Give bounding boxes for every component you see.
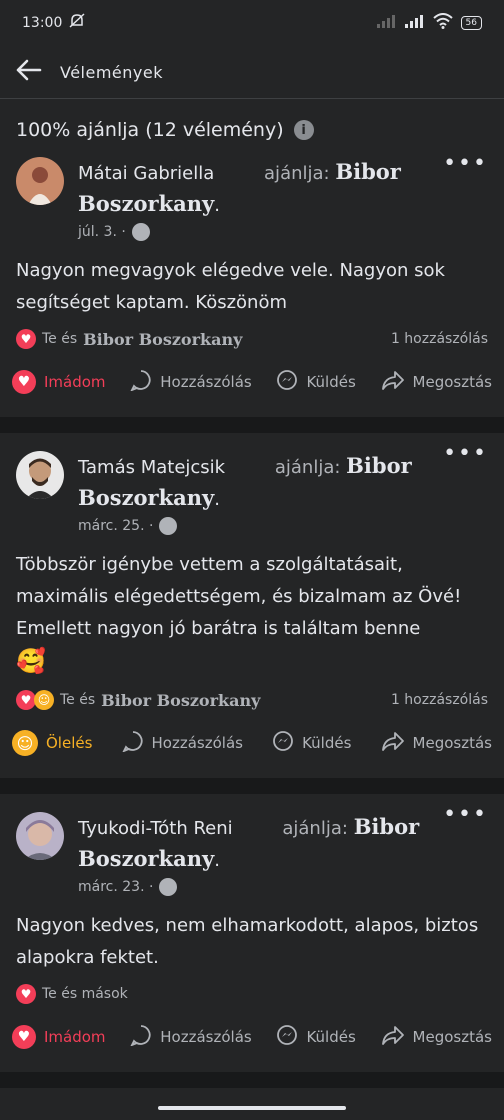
- share-label: Megosztás: [412, 1028, 492, 1046]
- post-date[interactable]: márc. 23. ·: [78, 879, 153, 895]
- send-button[interactable]: Küldés: [276, 369, 356, 395]
- reviewer-name[interactable]: Tamás Matejcsik: [78, 457, 225, 478]
- post-date[interactable]: márc. 25. ·: [78, 518, 153, 534]
- care-label: Ölelés: [46, 734, 93, 752]
- hug-emoji: 🥰: [16, 647, 46, 675]
- comment-count[interactable]: 1 hozzászólás: [391, 692, 488, 708]
- review-text: Nagyon megvagyok elégedve vele. Nagyon s…: [16, 260, 445, 313]
- review-post: ••• Mátai Gabriella ajánlja: Bibor Boszo…: [0, 151, 504, 417]
- post-separator: [0, 778, 504, 794]
- send-label: Küldés: [306, 1028, 356, 1046]
- info-icon[interactable]: i: [293, 120, 314, 140]
- reactions-page: Bibor Boszorkany: [83, 329, 243, 349]
- share-label: Megosztás: [412, 373, 492, 391]
- reviews-summary: 100% ajánlja (12 vélemény) i: [0, 99, 504, 151]
- avatar[interactable]: [16, 157, 64, 205]
- post-separator: [0, 1072, 504, 1088]
- send-button[interactable]: Küldés: [272, 730, 351, 756]
- share-button[interactable]: Megosztás: [381, 1024, 492, 1050]
- share-icon: [381, 730, 405, 756]
- share-label: Megosztás: [412, 734, 492, 752]
- reactions-summary[interactable]: ♥ ☺ Te és Bibor Boszorkany: [16, 690, 260, 710]
- comment-icon: [130, 369, 152, 395]
- care-button[interactable]: ☺ Ölelés: [12, 730, 92, 756]
- avatar[interactable]: [16, 451, 64, 499]
- status-bar: 13:00 56: [0, 0, 504, 46]
- comment-icon: [121, 730, 144, 756]
- heart-icon: ♥: [12, 1025, 36, 1049]
- comment-label: Hozzászólás: [151, 734, 243, 752]
- share-icon: [381, 1024, 405, 1050]
- send-button[interactable]: Küldés: [276, 1024, 356, 1050]
- summary-text: 100% ajánlja (12 vélemény): [16, 119, 284, 141]
- reactions-prefix: Te és: [60, 692, 96, 708]
- reviewer-name[interactable]: Mátai Gabriella: [78, 163, 214, 184]
- comment-label: Hozzászólás: [160, 1028, 252, 1046]
- more-options-icon[interactable]: •••: [443, 153, 488, 175]
- messenger-icon: [276, 369, 298, 395]
- love-label: Imádom: [44, 373, 106, 391]
- comment-count[interactable]: 1 hozzászólás: [391, 331, 488, 347]
- recommends-label: ajánlja:: [282, 818, 348, 839]
- more-options-icon[interactable]: •••: [443, 443, 488, 465]
- recommends-label: ajánlja:: [274, 457, 341, 478]
- love-button[interactable]: ♥ Imádom: [12, 1025, 106, 1049]
- page-title: Vélemények: [60, 62, 163, 82]
- home-indicator[interactable]: [158, 1106, 346, 1110]
- heart-reaction-icon: ♥: [16, 329, 36, 349]
- care-reaction-icon: ☺: [34, 690, 54, 710]
- review-post: ••• Tamás Matejcsik ajánlja: Bibor Boszo…: [0, 433, 504, 778]
- post-separator: [0, 417, 504, 433]
- comment-button[interactable]: Hozzászólás: [130, 369, 252, 395]
- care-icon: ☺: [12, 730, 38, 756]
- review-text: Többször igénybe vettem a szolgáltatásai…: [0, 535, 504, 684]
- heart-reaction-icon: ♥: [16, 984, 36, 1004]
- review-text-body: Többször igénybe vettem a szolgáltatásai…: [16, 554, 462, 639]
- messenger-icon: [276, 1024, 298, 1050]
- reactions-page: Bibor Boszorkany: [101, 690, 261, 710]
- reactions-summary[interactable]: ♥ Te és Bibor Boszorkany: [16, 329, 242, 349]
- mute-icon: [68, 13, 86, 33]
- globe-icon: [131, 223, 150, 241]
- globe-icon: [159, 517, 178, 535]
- reviewer-name[interactable]: Tyukodi-Tóth Reni: [78, 818, 233, 839]
- reactions-prefix: Te és: [42, 331, 78, 347]
- review-text: Nagyon kedves, nem elhamarkodott, alapos…: [16, 915, 479, 968]
- back-arrow-icon[interactable]: [14, 58, 42, 86]
- share-icon: [381, 369, 405, 395]
- comment-button[interactable]: Hozzászólás: [121, 730, 243, 756]
- heart-icon: ♥: [12, 370, 36, 394]
- messenger-icon: [272, 730, 294, 756]
- signal-icon: [404, 14, 425, 32]
- comment-button[interactable]: Hozzászólás: [130, 1024, 252, 1050]
- wifi-icon: [432, 13, 453, 33]
- love-label: Imádom: [44, 1028, 106, 1046]
- send-label: Küldés: [302, 734, 352, 752]
- app-header: Vélemények: [0, 46, 504, 99]
- recommends-label: ajánlja:: [264, 163, 330, 184]
- heart-reaction-icon: ♥: [16, 690, 36, 710]
- post-date[interactable]: júl. 3. ·: [78, 224, 126, 240]
- love-button[interactable]: ♥ Imádom: [12, 370, 106, 394]
- status-time: 13:00: [22, 15, 63, 31]
- reactions-summary[interactable]: ♥ Te és mások: [16, 984, 128, 1004]
- globe-icon: [159, 878, 178, 896]
- send-label: Küldés: [306, 373, 356, 391]
- comment-icon: [130, 1024, 152, 1050]
- more-options-icon[interactable]: •••: [443, 804, 488, 826]
- signal-empty-icon: [376, 14, 397, 32]
- review-post: ••• Tyukodi-Tóth Reni ajánlja: Bibor Bos…: [0, 794, 504, 1072]
- reactions-text: Te és mások: [42, 986, 128, 1002]
- share-button[interactable]: Megosztás: [381, 730, 492, 756]
- battery-icon: 56: [460, 16, 482, 30]
- comment-label: Hozzászólás: [160, 373, 252, 391]
- avatar[interactable]: [16, 812, 64, 860]
- share-button[interactable]: Megosztás: [381, 369, 492, 395]
